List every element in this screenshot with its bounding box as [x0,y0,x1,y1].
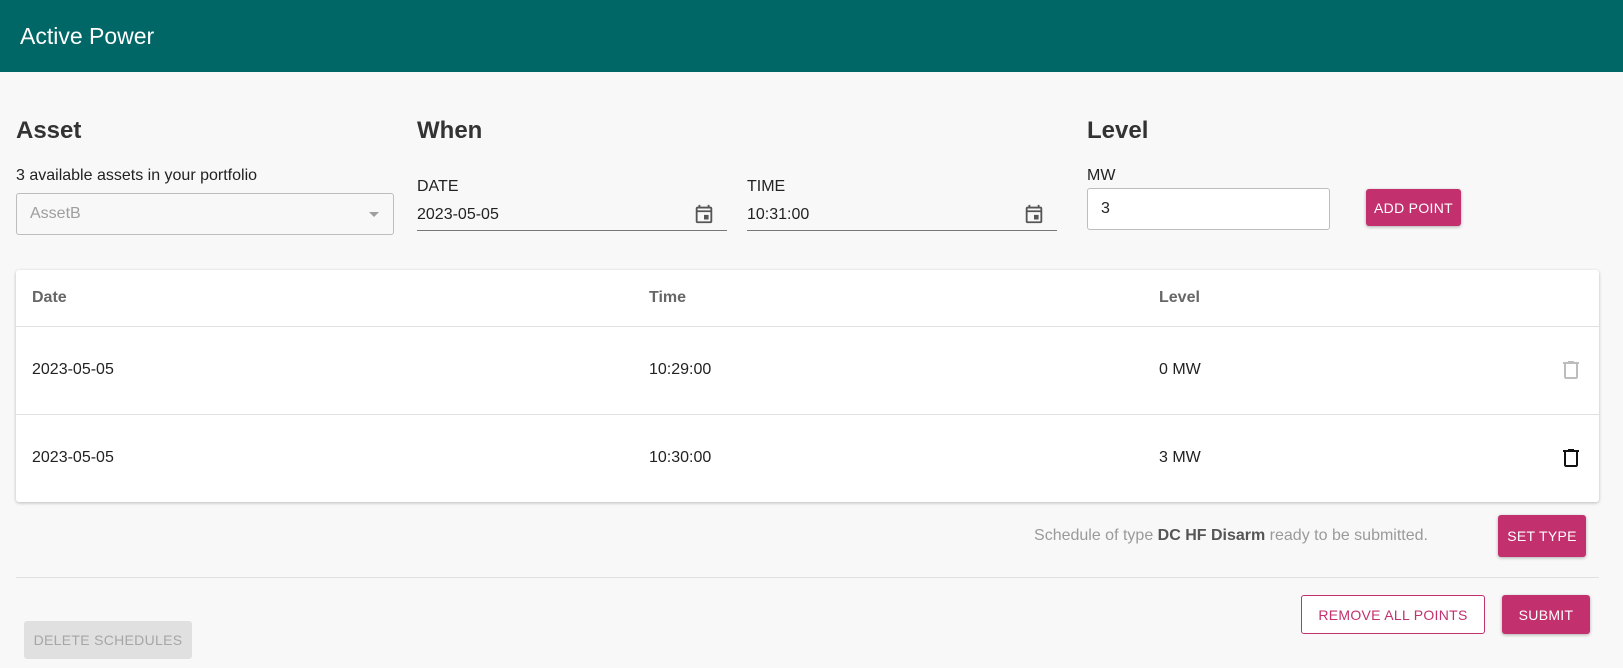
remove-all-points-button[interactable]: REMOVE ALL POINTS [1301,595,1485,634]
asset-caption: 3 available assets in your portfolio [16,167,258,184]
trash-icon [1563,361,1579,379]
dropdown-arrow-icon [369,212,379,217]
time-label: TIME [747,178,786,195]
app-bar: Active Power [0,0,1623,72]
mw-label: MW [1087,167,1116,184]
calendar-icon[interactable] [1023,203,1045,225]
time-value: 10:31:00 [747,205,810,223]
schedule-table: Date Time Level 2023-05-05 10:29:00 0 MW… [16,270,1599,502]
mw-input[interactable]: 3 [1087,188,1330,230]
schedule-type: DC HF Disarm [1157,527,1266,544]
schedule-status: Schedule of type DC HF Disarm ready to b… [1034,527,1428,545]
column-header-date: Date [32,289,67,306]
divider [16,577,1599,578]
add-point-button[interactable]: ADD POINT [1366,189,1461,226]
table-row: 2023-05-05 10:29:00 0 MW [16,327,1599,415]
status-prefix: Schedule of type [1034,527,1158,544]
row-level: 3 MW [1159,449,1201,466]
column-header-level: Level [1159,289,1200,306]
status-suffix: ready to be submitted. [1265,527,1428,544]
row-date: 2023-05-05 [32,361,114,378]
date-value: 2023-05-05 [417,205,499,223]
column-header-time: Time [649,289,687,306]
level-heading: Level [1087,117,1149,144]
table-header-row: Date Time Level [16,270,1599,327]
row-time: 10:29:00 [649,361,712,378]
asset-select-value: AssetB [30,205,81,222]
date-label: DATE [417,178,459,195]
row-level: 0 MW [1159,361,1201,378]
table-row: 2023-05-05 10:30:00 3 MW [16,415,1599,503]
asset-select[interactable]: AssetB [16,193,394,235]
trash-icon[interactable] [1559,446,1583,470]
date-field[interactable]: 2023-05-05 [417,199,727,231]
calendar-icon[interactable] [693,203,715,225]
row-time: 10:30:00 [649,449,712,466]
delete-schedules-button[interactable]: DELETE SCHEDULES [24,621,192,659]
submit-button[interactable]: SUBMIT [1502,595,1590,634]
app-title: Active Power [20,22,155,49]
when-heading: When [417,117,483,144]
time-field[interactable]: 10:31:00 [747,199,1057,231]
set-type-button[interactable]: SET TYPE [1498,515,1586,557]
mw-input-value: 3 [1101,200,1110,217]
row-date: 2023-05-05 [32,449,114,466]
asset-heading: Asset [16,117,82,144]
